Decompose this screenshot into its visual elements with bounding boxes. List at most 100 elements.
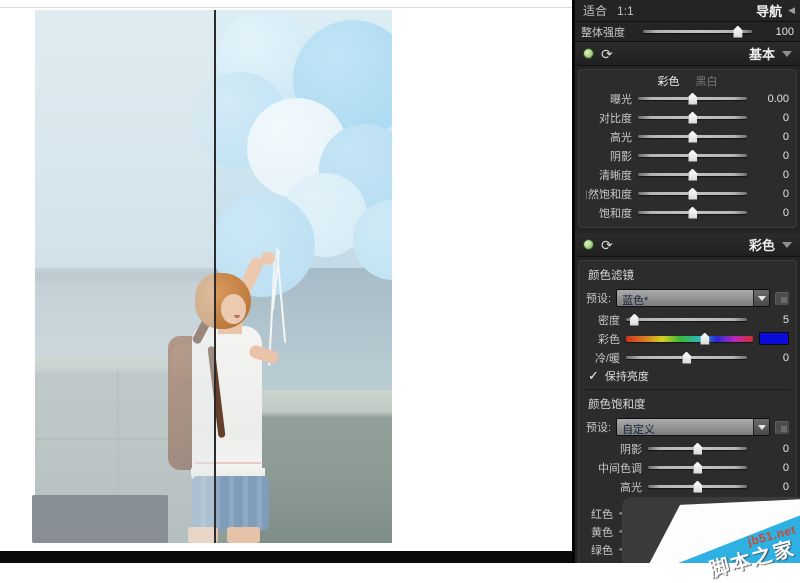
saturation-slider[interactable] <box>638 206 747 220</box>
slider-handle[interactable] <box>688 111 697 124</box>
sat-midtones-slider[interactable] <box>648 461 747 475</box>
bottom-black-bar <box>0 551 572 563</box>
sat-highlights-value: 0 <box>782 480 789 493</box>
slider-handle[interactable] <box>688 149 697 162</box>
slider-handle[interactable] <box>693 442 702 455</box>
shadows-label: 阴影 <box>610 150 632 163</box>
slider-handle[interactable] <box>688 168 697 181</box>
section-enabled-led-icon[interactable] <box>583 239 594 250</box>
slider-handle[interactable] <box>693 480 702 493</box>
density-label: 密度 <box>598 314 620 327</box>
chevron-down-icon <box>757 295 766 301</box>
section-enabled-led-icon[interactable] <box>583 48 594 59</box>
slider-row: 阴影 0 <box>580 439 795 458</box>
clarity-slider[interactable] <box>638 168 747 182</box>
mode-bw-tab[interactable]: 黑白 <box>696 73 718 89</box>
watermark-ribbon: jb51.net 脚本之家 <box>640 493 800 582</box>
section-reset-icon[interactable]: ⟳ <box>601 47 613 61</box>
checkmark-icon: ✓ <box>588 368 599 383</box>
gray-cover-box <box>32 495 168 543</box>
vibrance-value: 0 <box>782 187 789 200</box>
exposure-slider[interactable] <box>638 92 747 106</box>
slider-row: 清晰度 0 <box>580 165 795 184</box>
sat-midtones-value: 0 <box>782 461 789 474</box>
canvas-top-divider <box>0 7 572 8</box>
clarity-label: 清晰度 <box>599 169 632 182</box>
sat-shadows-value: 0 <box>782 442 789 455</box>
saturation-preset-row: 预设: 自定义 <box>580 415 795 439</box>
sat-shadows-label: 阴影 <box>620 443 642 456</box>
slider-row: 阴影 0 <box>580 146 795 165</box>
slider-row: 饱和度 0 <box>580 203 795 222</box>
sat-highlights-slider[interactable] <box>648 480 747 494</box>
slider-handle[interactable] <box>733 25 743 38</box>
master-strength-slider[interactable] <box>643 25 752 39</box>
basic-section-header[interactable]: ⟳ 基本 <box>575 42 800 66</box>
sat-shadows-slider[interactable] <box>648 442 747 456</box>
slider-rail <box>626 317 747 321</box>
slider-row: 高光 0 <box>580 127 795 146</box>
hue-slider[interactable] <box>626 332 753 346</box>
chevron-down-icon[interactable] <box>782 241 792 248</box>
preset-selected-value: 自定义 <box>622 424 656 436</box>
slider-handle[interactable] <box>629 313 639 326</box>
keep-brightness-checkbox[interactable]: ✓ 保持亮度 <box>580 367 795 385</box>
fit-button[interactable]: 适合 <box>583 2 607 19</box>
slider-handle[interactable] <box>688 187 697 200</box>
basic-subpanel: 彩色 黑白 曝光 0.00 对比度 0 高光 0 阴影 0 清晰度 0 然饱和度… <box>578 69 797 228</box>
warmth-value: 0 <box>782 351 789 364</box>
shadows-slider[interactable] <box>638 149 747 163</box>
hue-label: 彩色 <box>598 333 620 346</box>
slider-handle[interactable] <box>688 130 697 143</box>
master-strength-label: 整体强度 <box>581 26 625 39</box>
adjustment-panel: 适合 1:1 导航 ◀ 整体强度 100 ⟳ 基本 彩色 黑白 曝光 0.00 … <box>572 0 800 563</box>
color-section-header[interactable]: ⟳ 彩色 <box>575 233 800 257</box>
slider-handle[interactable] <box>700 332 710 345</box>
yellow-channel-label: 黄色 <box>591 527 613 539</box>
slider-row: 自然饱和度 0 <box>580 184 795 203</box>
warmth-slider[interactable] <box>626 351 747 365</box>
contrast-slider[interactable] <box>638 111 747 125</box>
rainbow-rail <box>626 335 753 342</box>
saturation-value: 0 <box>782 206 789 219</box>
slider-row: 中间色调 0 <box>580 458 795 477</box>
density-slider[interactable] <box>626 313 747 327</box>
slider-handle[interactable] <box>682 351 691 364</box>
divider <box>584 389 791 390</box>
save-preset-icon[interactable] <box>775 291 789 305</box>
slider-handle[interactable] <box>693 461 702 474</box>
before-filter-overlay <box>35 10 214 543</box>
color-swatch <box>759 332 789 345</box>
warmth-label: 冷/暖 <box>594 352 620 365</box>
keep-brightness-label: 保持亮度 <box>604 371 649 383</box>
vibrance-slider[interactable] <box>638 187 747 201</box>
girl-hand <box>261 252 275 265</box>
clarity-value: 0 <box>782 168 789 181</box>
mode-color-tab[interactable]: 彩色 <box>658 73 680 89</box>
save-preset-icon[interactable] <box>775 420 789 434</box>
girl-face <box>221 294 246 324</box>
saturation-preset-dropdown[interactable]: 自定义 <box>616 418 770 436</box>
density-value: 5 <box>782 313 789 326</box>
slider-handle[interactable] <box>688 92 697 105</box>
slider-handle[interactable] <box>688 206 697 219</box>
color-saturation-subtitle: 颜色饱和度 <box>588 399 646 411</box>
preset-selected-value: 蓝色* <box>622 295 649 307</box>
zoom-ratio-button[interactable]: 1:1 <box>617 4 634 18</box>
chevron-down-icon[interactable] <box>782 50 792 57</box>
before-after-split-line[interactable] <box>214 10 216 543</box>
highlights-slider[interactable] <box>638 130 747 144</box>
filter-preset-dropdown[interactable]: 蓝色* <box>616 289 770 307</box>
saturation-label: 饱和度 <box>599 207 632 220</box>
chevron-down-icon <box>757 424 766 430</box>
collapse-left-icon[interactable]: ◀ <box>788 5 795 16</box>
sat-highlights-label: 高光 <box>620 481 642 494</box>
green-channel-label: 绿色 <box>591 545 613 557</box>
dropdown-arrow[interactable] <box>753 290 769 306</box>
dropdown-arrow[interactable] <box>753 419 769 435</box>
color-bw-toggle: 彩色 黑白 <box>580 72 795 89</box>
contrast-label: 对比度 <box>599 112 632 125</box>
navigator-bar: 适合 1:1 导航 ◀ <box>575 0 800 22</box>
exposure-label: 曝光 <box>610 93 632 106</box>
section-reset-icon[interactable]: ⟳ <box>601 238 613 252</box>
